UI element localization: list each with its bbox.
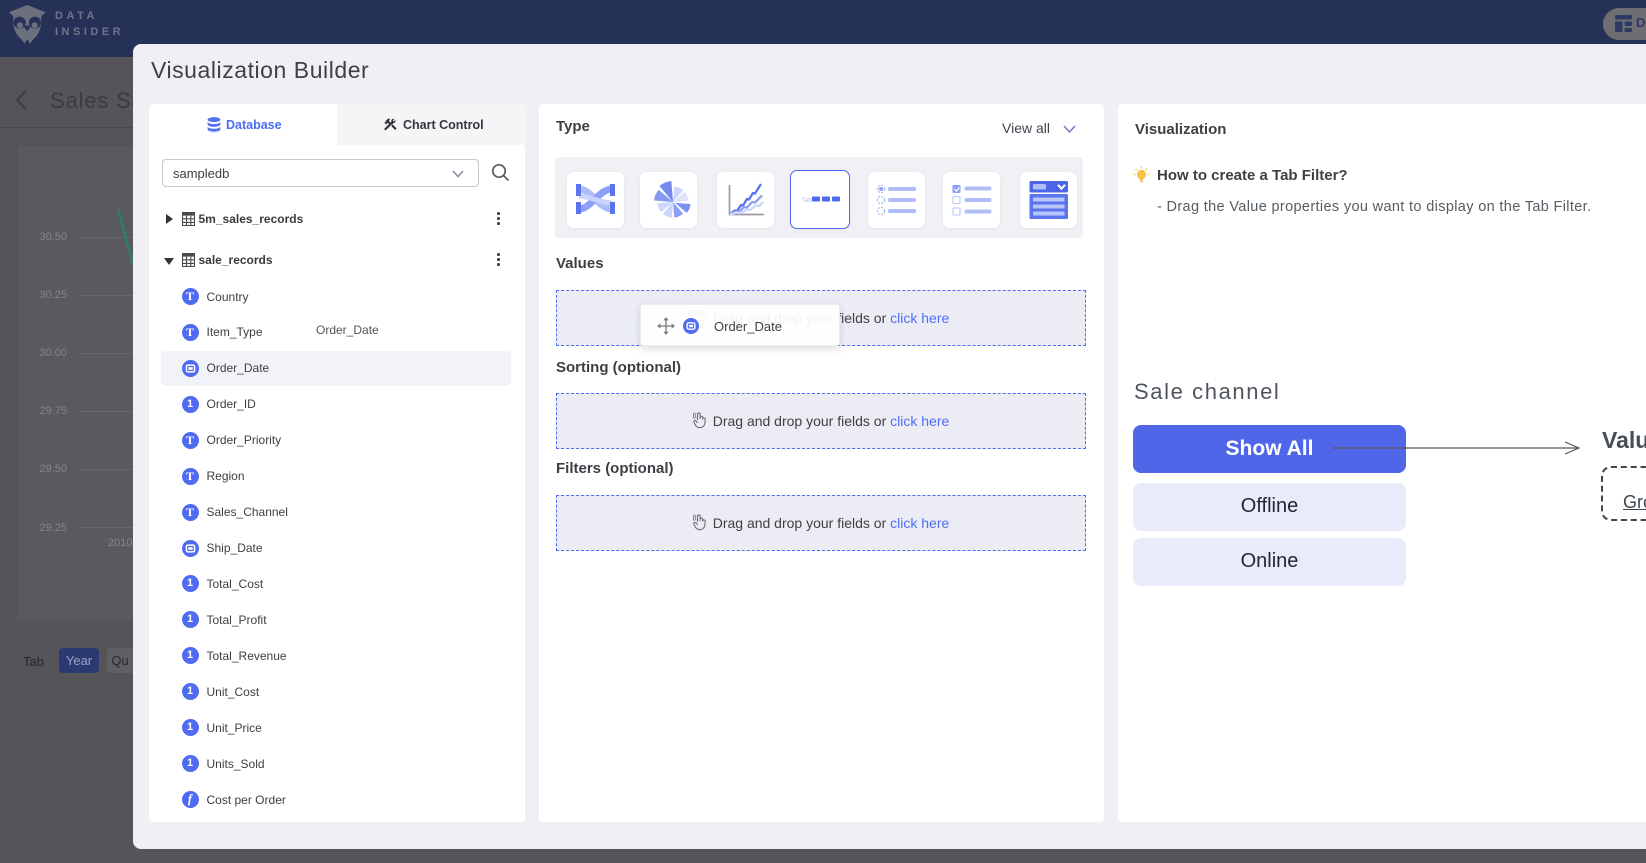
svg-text:Tab: Tab	[802, 198, 812, 204]
